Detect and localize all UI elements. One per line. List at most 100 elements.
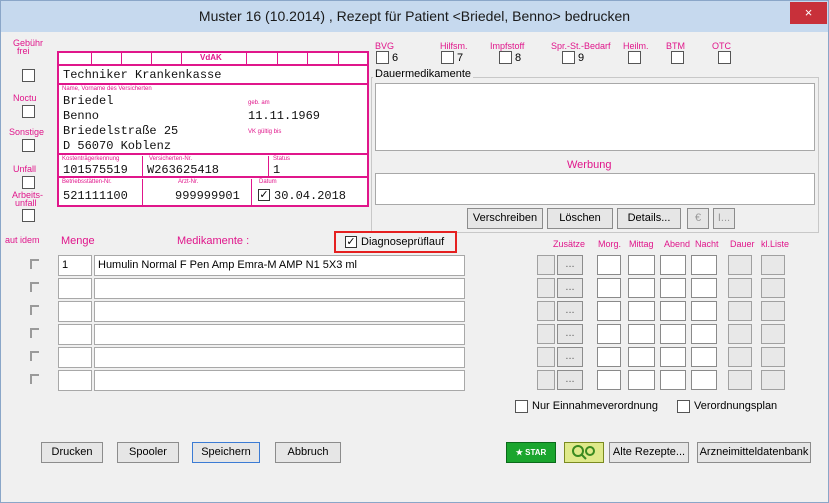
zusatz-button[interactable]: [537, 370, 555, 390]
klliste-button[interactable]: [761, 370, 785, 390]
aut-idem-toggle[interactable]: [30, 259, 39, 269]
aut-idem-toggle[interactable]: [30, 351, 39, 361]
diagnose-checkbox[interactable]: ✓: [345, 236, 357, 248]
dauer-button[interactable]: [728, 370, 752, 390]
dauer-button[interactable]: [728, 324, 752, 344]
morg-field[interactable]: [597, 255, 621, 275]
mittag-field[interactable]: [628, 255, 655, 275]
einnahme-checkbox[interactable]: [515, 400, 528, 413]
aut-idem-toggle[interactable]: [30, 328, 39, 338]
drucken-button[interactable]: Drucken: [41, 442, 103, 463]
speichern-button[interactable]: Speichern: [192, 442, 260, 463]
ellipsis-button[interactable]: ...: [557, 324, 583, 344]
noctu-checkbox[interactable]: [22, 105, 35, 118]
mittag-field[interactable]: [628, 370, 655, 390]
abend-field[interactable]: [660, 301, 686, 321]
ellipsis-button[interactable]: ...: [557, 301, 583, 321]
menge-field[interactable]: [58, 347, 92, 368]
impfstoff-checkbox[interactable]: [499, 51, 512, 64]
zusatz-button[interactable]: [537, 255, 555, 275]
btm-checkbox[interactable]: [671, 51, 684, 64]
gebuehr-frei-checkbox[interactable]: [22, 69, 35, 82]
mittag-field[interactable]: [628, 301, 655, 321]
klliste-button[interactable]: [761, 324, 785, 344]
info-button[interactable]: I...: [713, 208, 735, 229]
menge-field[interactable]: [58, 324, 92, 345]
dauer-button[interactable]: [728, 301, 752, 321]
menge-field[interactable]: [58, 301, 92, 322]
klliste-button[interactable]: [761, 255, 785, 275]
aut-idem-toggle[interactable]: [30, 374, 39, 384]
abend-field[interactable]: [660, 324, 686, 344]
morg-field[interactable]: [597, 324, 621, 344]
dauer-button[interactable]: [728, 278, 752, 298]
medikament-field[interactable]: [94, 301, 465, 322]
zusatz-button[interactable]: [537, 278, 555, 298]
mittag-field[interactable]: [628, 278, 655, 298]
medikament-field[interactable]: [94, 347, 465, 368]
datum-checkbox[interactable]: ✓: [258, 189, 270, 201]
aut-idem-toggle[interactable]: [30, 282, 39, 292]
nacht-field[interactable]: [691, 347, 717, 367]
aut-idem-toggle[interactable]: [30, 305, 39, 315]
ellipsis-button[interactable]: ...: [557, 370, 583, 390]
zusatz-button[interactable]: [537, 301, 555, 321]
klliste-button[interactable]: [761, 301, 785, 321]
plan-checkbox[interactable]: [677, 400, 690, 413]
nacht-field[interactable]: [691, 324, 717, 344]
heilm-checkbox[interactable]: [628, 51, 641, 64]
spooler-button[interactable]: Spooler: [117, 442, 179, 463]
zusatz-button[interactable]: [537, 347, 555, 367]
werbung-field[interactable]: [375, 173, 815, 205]
otc-checkbox[interactable]: [718, 51, 731, 64]
morg-field[interactable]: [597, 347, 621, 367]
menge-field[interactable]: 1: [58, 255, 92, 276]
verschreiben-button[interactable]: Verschreiben: [467, 208, 543, 229]
dauer-textarea[interactable]: [375, 83, 815, 151]
bvg-checkbox[interactable]: [376, 51, 389, 64]
menge-field[interactable]: [58, 370, 92, 391]
nacht-field[interactable]: [691, 255, 717, 275]
unfall-checkbox[interactable]: [22, 176, 35, 189]
morg-field[interactable]: [597, 278, 621, 298]
alte-rezepte-button[interactable]: Alte Rezepte...: [609, 442, 689, 463]
ellipsis-button[interactable]: ...: [557, 255, 583, 275]
abbruch-button[interactable]: Abbruch: [275, 442, 341, 463]
medikament-field[interactable]: Humulin Normal F Pen Amp Emra-M AMP N1 5…: [94, 255, 465, 276]
arzneimitteldatenbank-button[interactable]: Arzneimitteldatenbank: [697, 442, 811, 463]
dauer-button[interactable]: [728, 255, 752, 275]
loeschen-button[interactable]: Löschen: [547, 208, 613, 229]
klliste-button[interactable]: [761, 278, 785, 298]
nacht-field[interactable]: [691, 370, 717, 390]
morg-field[interactable]: [597, 301, 621, 321]
medikament-field[interactable]: [94, 370, 465, 391]
nacht-field[interactable]: [691, 301, 717, 321]
mittag-field[interactable]: [628, 324, 655, 344]
euro-button[interactable]: €: [687, 208, 709, 229]
menge-field[interactable]: [58, 278, 92, 299]
nacht-field[interactable]: [691, 278, 717, 298]
abend-field[interactable]: [660, 278, 686, 298]
arzt-text: 999999901: [175, 189, 240, 203]
abend-field[interactable]: [660, 347, 686, 367]
spr-checkbox[interactable]: [562, 51, 575, 64]
abend-field[interactable]: [660, 255, 686, 275]
sonstige-checkbox[interactable]: [22, 139, 35, 152]
status-text: 1: [273, 163, 281, 177]
details-button[interactable]: Details...: [617, 208, 681, 229]
zusatz-button[interactable]: [537, 324, 555, 344]
medikament-field[interactable]: [94, 324, 465, 345]
hilfsm-checkbox[interactable]: [441, 51, 454, 64]
abend-field[interactable]: [660, 370, 686, 390]
morg-field[interactable]: [597, 370, 621, 390]
mittag-field[interactable]: [628, 347, 655, 367]
close-button[interactable]: ×: [790, 2, 827, 24]
arbeitsunfall-checkbox[interactable]: [22, 209, 35, 222]
quickcheck-button[interactable]: [564, 442, 604, 463]
ellipsis-button[interactable]: ...: [557, 347, 583, 367]
ellipsis-button[interactable]: ...: [557, 278, 583, 298]
dauer-button[interactable]: [728, 347, 752, 367]
klliste-button[interactable]: [761, 347, 785, 367]
star-button[interactable]: ★ STAR: [506, 442, 556, 463]
medikament-field[interactable]: [94, 278, 465, 299]
